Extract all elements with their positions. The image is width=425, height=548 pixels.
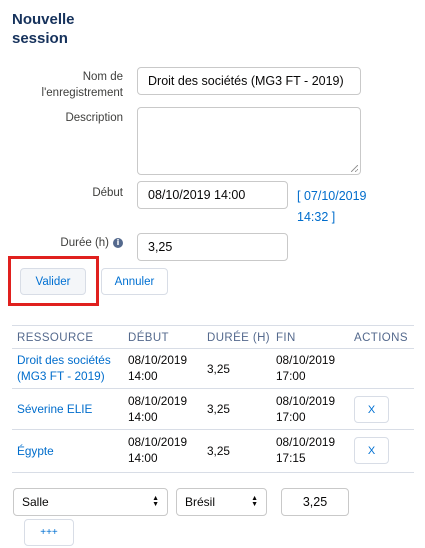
th-fin: FIN bbox=[276, 332, 296, 344]
description-label: Description bbox=[65, 112, 123, 124]
row3-delete-button[interactable]: X bbox=[354, 437, 389, 464]
row1-duree: 3,25 bbox=[207, 362, 230, 376]
row1-ressource-link[interactable]: Droit des sociétés (MG3 FT - 2019) bbox=[17, 352, 125, 384]
row1-fin: 08/10/2019 17:00 bbox=[276, 353, 336, 383]
row2-debut: 08/10/2019 14:00 bbox=[128, 394, 188, 424]
row2-delete-button[interactable]: X bbox=[354, 396, 389, 423]
description-textarea[interactable] bbox=[137, 107, 361, 175]
info-icon[interactable]: i bbox=[113, 238, 123, 248]
debut-suggestion-link[interactable]: [ 07/10/2019 14:32 ] bbox=[297, 186, 379, 228]
duree-input[interactable]: 3,25 bbox=[137, 233, 288, 261]
duree-label: Durée (h) i bbox=[40, 235, 123, 251]
th-actions: ACTIONS bbox=[354, 332, 408, 344]
row3-debut: 08/10/2019 14:00 bbox=[128, 435, 188, 465]
type-select[interactable]: Salle ▲ ▼ bbox=[13, 488, 168, 516]
nom-label: Nom de l'enregistrement bbox=[41, 71, 123, 99]
row-divider bbox=[12, 388, 414, 389]
debut-input[interactable]: 08/10/2019 14:00 bbox=[137, 181, 288, 209]
row2-duree: 3,25 bbox=[207, 402, 230, 416]
resource-select[interactable]: Brésil ▲ ▼ bbox=[176, 488, 267, 516]
page-title: Nouvelle session bbox=[12, 11, 75, 47]
row3-fin: 08/10/2019 17:15 bbox=[276, 435, 336, 465]
annuler-button[interactable]: Annuler bbox=[101, 268, 168, 295]
row3-ressource-link[interactable]: Égypte bbox=[17, 443, 125, 459]
row2-ressource-link[interactable]: Séverine ELIE bbox=[17, 401, 125, 417]
row1-debut: 08/10/2019 14:00 bbox=[128, 353, 188, 383]
th-debut: DÉBUT bbox=[128, 332, 169, 344]
nom-input[interactable]: Droit des sociétés (MG3 FT - 2019) bbox=[137, 67, 361, 95]
select-arrows-icon: ▲ ▼ bbox=[251, 495, 258, 508]
table-header-divider bbox=[12, 348, 414, 349]
th-ressource: RESSOURCE bbox=[17, 332, 94, 344]
table-top-divider bbox=[12, 325, 414, 326]
duree-label-text: Durée (h) bbox=[60, 237, 109, 249]
resource-select-value: Brésil bbox=[185, 495, 216, 509]
type-select-value: Salle bbox=[22, 495, 49, 509]
debut-label: Début bbox=[92, 187, 123, 199]
resize-handle-icon[interactable] bbox=[351, 165, 358, 172]
add-duree-input[interactable]: 3,25 bbox=[281, 488, 349, 516]
row-divider bbox=[12, 429, 414, 430]
valider-button[interactable]: Valider bbox=[20, 268, 86, 295]
th-duree: DURÉE (H) bbox=[207, 332, 271, 344]
select-arrows-icon: ▲ ▼ bbox=[152, 495, 159, 508]
table-bottom-divider bbox=[12, 472, 414, 473]
row3-duree: 3,25 bbox=[207, 444, 230, 458]
add-row-button[interactable]: +++ bbox=[24, 519, 74, 546]
row2-fin: 08/10/2019 17:00 bbox=[276, 394, 336, 424]
